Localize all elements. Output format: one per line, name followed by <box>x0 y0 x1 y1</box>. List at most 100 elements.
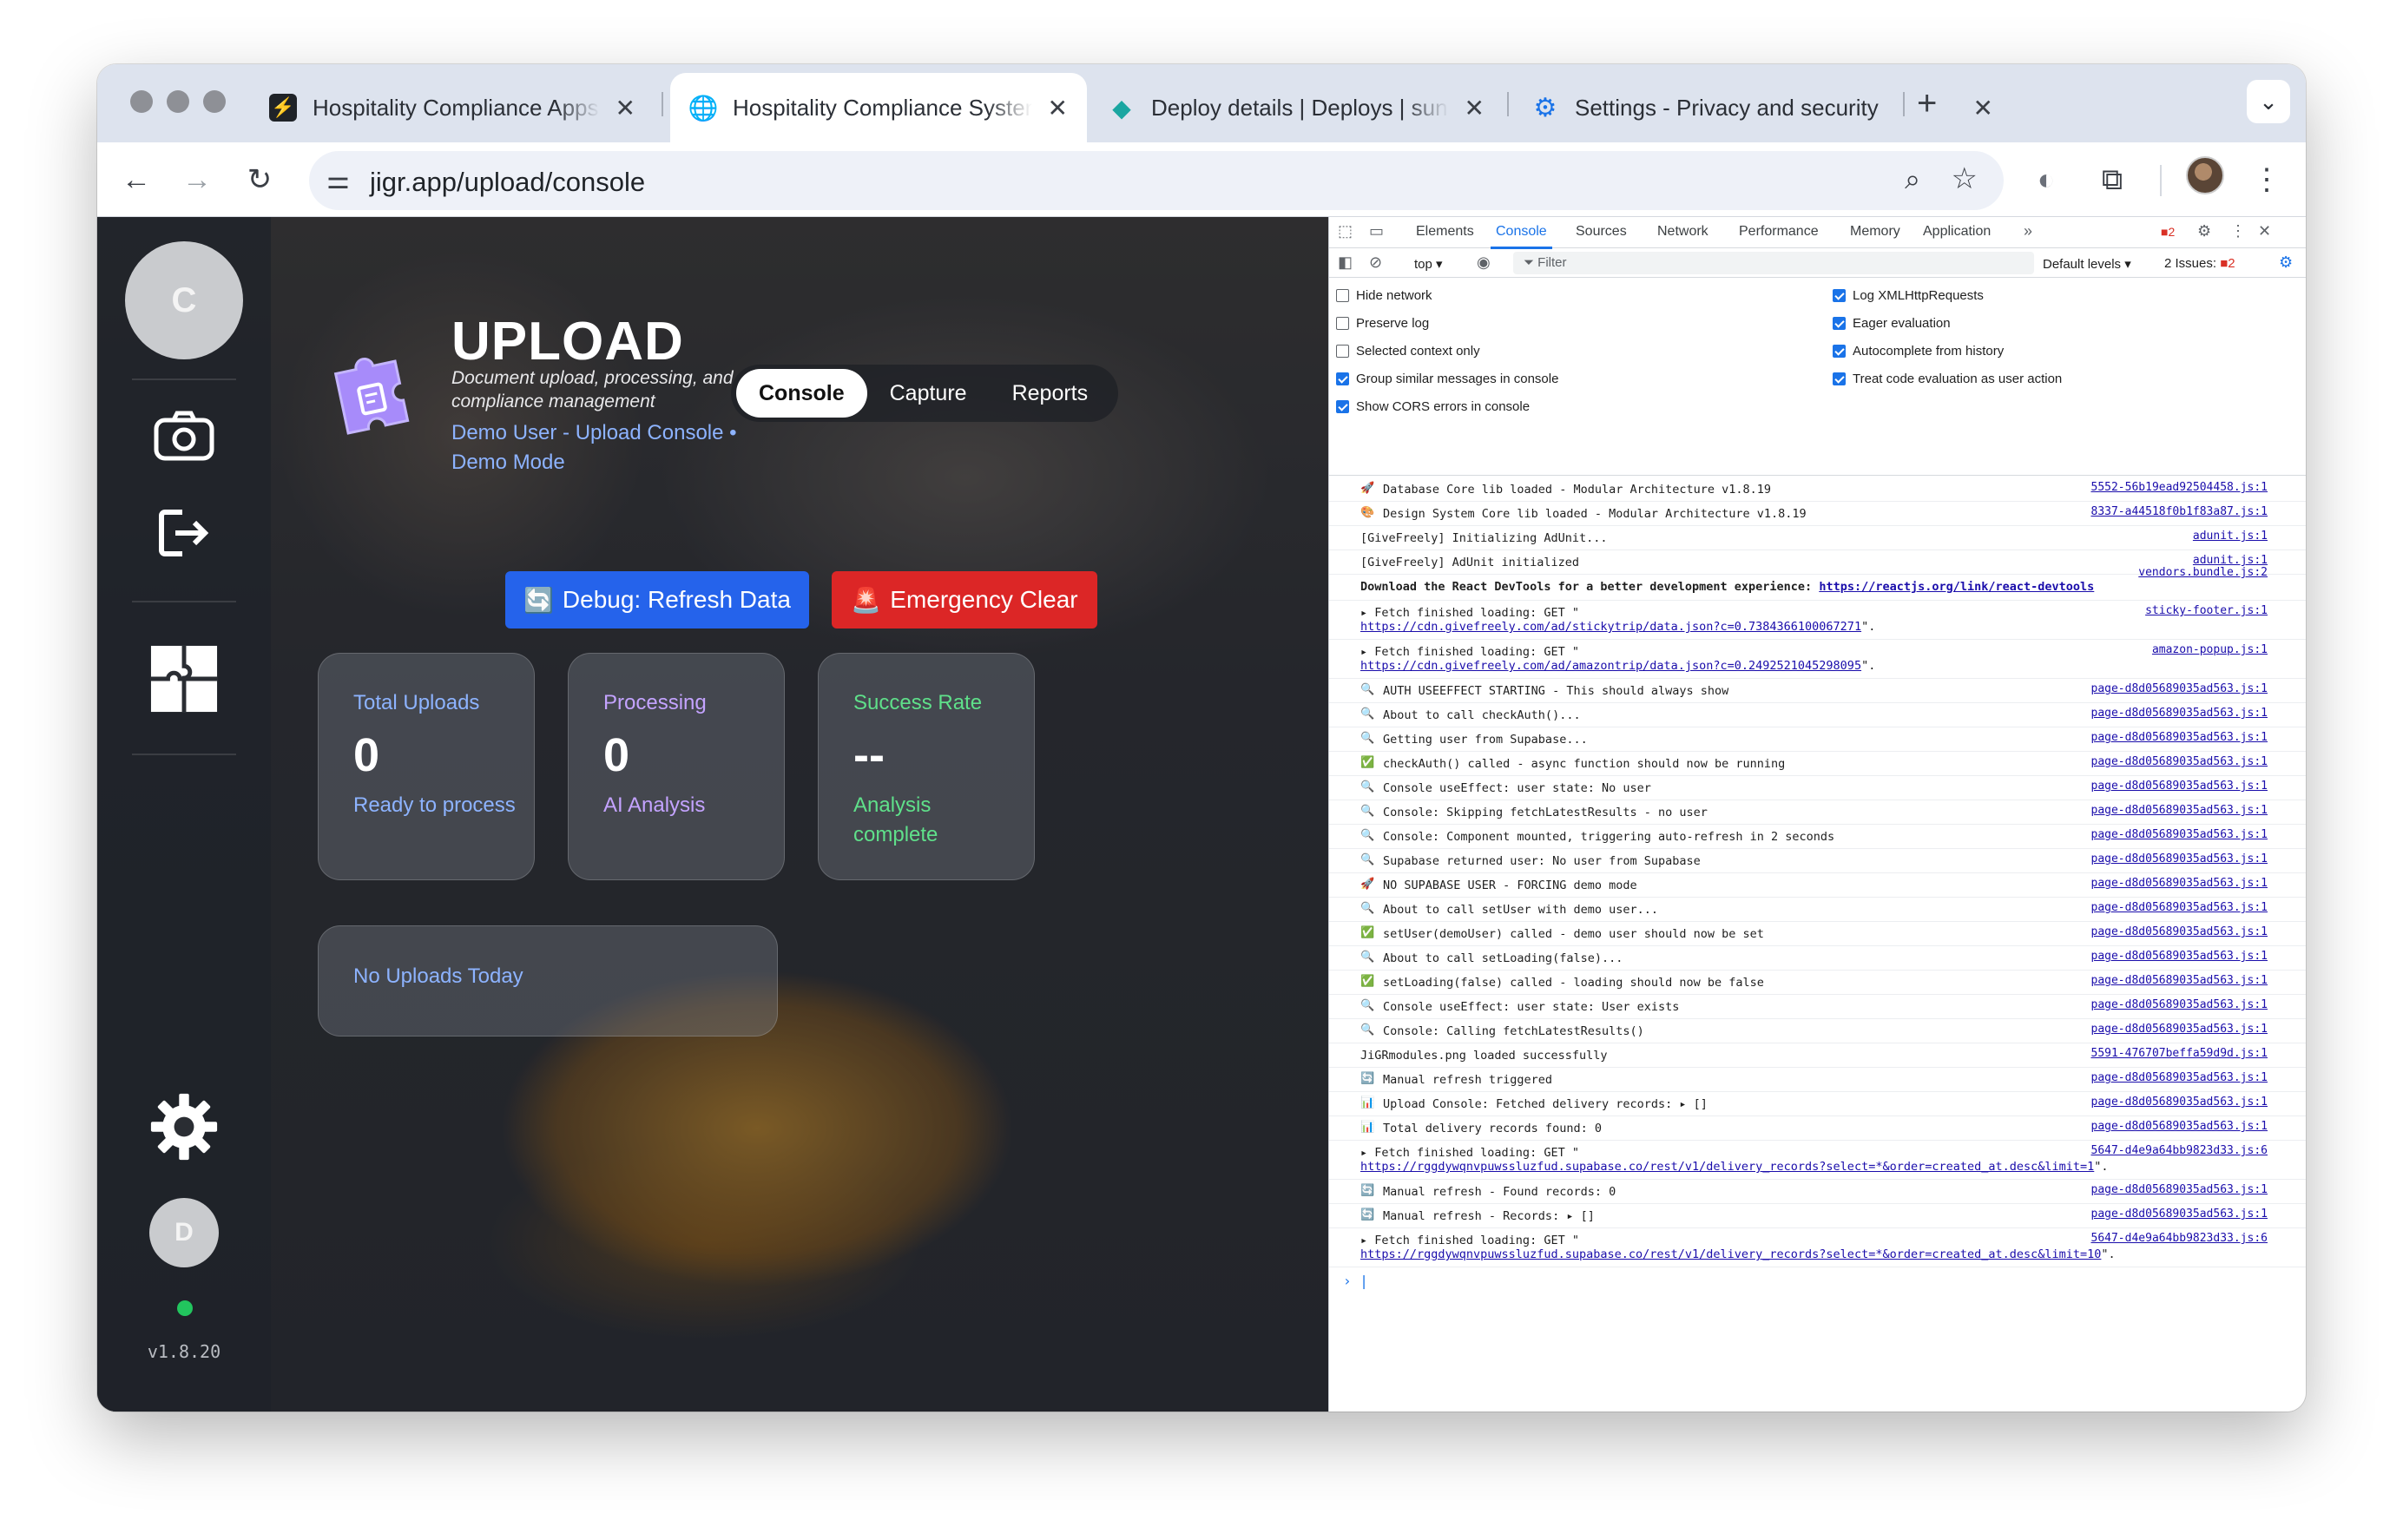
close-window-button[interactable] <box>130 90 153 113</box>
device-toolbar-icon[interactable]: ▭ <box>1369 222 1384 240</box>
inspect-element-icon[interactable]: ⬚ <box>1338 222 1353 240</box>
log-url-link[interactable]: https://rggdywqnvpuwssluzfud.supabase.co… <box>1360 1247 2101 1261</box>
devtools-tab-performance[interactable]: Performance <box>1739 224 1819 240</box>
close-tab-icon[interactable]: ✕ <box>1048 94 1068 122</box>
log-source-link[interactable]: page-d8d05689035ad563.js:1 <box>2091 1208 2268 1221</box>
more-tabs-icon[interactable]: » <box>2024 222 2032 240</box>
log-url-link[interactable]: https://rggdywqnvpuwssluzfud.supabase.co… <box>1360 1160 2094 1174</box>
upload-export-icon[interactable] <box>149 498 219 568</box>
address-bar[interactable]: ⚌ jigr.app/upload/console ⌕ ☆ <box>309 151 2004 210</box>
opt-preserve-log[interactable]: Preserve log <box>1336 316 1429 331</box>
more-menu-icon[interactable]: ⋮ <box>2245 158 2288 201</box>
log-source-link[interactable]: page-d8d05689035ad563.js:1 <box>2091 828 2268 842</box>
log-source-link[interactable]: 5552-56b19ead92504458.js:1 <box>2091 481 2268 495</box>
settings-gear-icon[interactable] <box>149 1092 219 1162</box>
site-settings-icon[interactable]: ⚌ <box>326 165 350 195</box>
forward-icon[interactable]: → <box>175 158 219 201</box>
camera-icon[interactable] <box>149 401 219 471</box>
log-source-link[interactable]: page-d8d05689035ad563.js:1 <box>2091 974 2268 988</box>
log-source-link[interactable]: page-d8d05689035ad563.js:1 <box>2091 901 2268 915</box>
checkbox[interactable] <box>1833 317 1846 330</box>
devtools-tab-memory[interactable]: Memory <box>1850 224 1900 240</box>
opt-log-xhr[interactable]: Log XMLHttpRequests <box>1833 288 1984 303</box>
close-tab-icon[interactable]: ✕ <box>1465 94 1485 122</box>
minimize-window-button[interactable] <box>167 90 189 113</box>
profile-avatar[interactable] <box>2186 156 2224 194</box>
log-source-link[interactable]: 8337-a44518f0b1f83a87.js:1 <box>2091 505 2268 519</box>
log-source-link[interactable]: page-d8d05689035ad563.js:1 <box>2091 1120 2268 1134</box>
checkbox[interactable] <box>1336 317 1349 330</box>
checkbox[interactable] <box>1833 372 1846 385</box>
log-levels-dropdown[interactable]: Default levels ▾ <box>2043 256 2131 272</box>
zoom-icon[interactable]: ⌕ <box>1905 163 1920 196</box>
log-source-link[interactable]: page-d8d05689035ad563.js:1 <box>2091 804 2268 818</box>
puzzle-extensions-icon[interactable]: ⧉ <box>2090 158 2134 201</box>
log-source-link[interactable]: vendors.bundle.js:2 <box>2138 566 2268 580</box>
log-source-link[interactable]: page-d8d05689035ad563.js:1 <box>2091 1096 2268 1109</box>
extension-icon[interactable]: ◐ <box>2024 158 2068 201</box>
log-source-link[interactable]: adunit.js:1 <box>2193 530 2268 543</box>
log-source-link[interactable]: page-d8d05689035ad563.js:1 <box>2091 852 2268 866</box>
checkbox[interactable] <box>1336 345 1349 358</box>
close-tab-icon[interactable]: ✕ <box>616 94 635 122</box>
new-tab-button[interactable]: + <box>1917 82 1937 125</box>
log-source-link[interactable]: page-d8d05689035ad563.js:1 <box>2091 925 2268 939</box>
modules-puzzle-icon[interactable] <box>149 644 219 714</box>
log-source-link[interactable]: amazon-popup.js:1 <box>2152 643 2268 657</box>
log-source-link[interactable]: page-d8d05689035ad563.js:1 <box>2091 780 2268 793</box>
error-count-badge[interactable]: ■2 <box>2161 225 2175 239</box>
opt-user-action[interactable]: Treat code evaluation as user action <box>1833 372 2062 386</box>
url-text[interactable]: jigr.app/upload/console <box>370 167 645 198</box>
emergency-clear-button[interactable]: 🚨 Emergency Clear <box>832 571 1097 629</box>
devtools-settings-icon[interactable]: ⚙ <box>2197 222 2211 240</box>
close-tab-icon[interactable]: ✕ <box>1973 94 1993 122</box>
log-source-link[interactable]: page-d8d05689035ad563.js:1 <box>2091 1183 2268 1197</box>
sidebar-toggle-icon[interactable]: ◧ <box>1338 253 1353 272</box>
checkbox[interactable] <box>1336 400 1349 413</box>
log-url-link[interactable]: https://cdn.givefreely.com/ad/stickytrip… <box>1360 620 1861 634</box>
console-settings-icon[interactable]: ⚙ <box>2279 253 2293 272</box>
issues-counter[interactable]: 2 Issues: ■2 <box>2164 256 2235 271</box>
devtools-menu-icon[interactable]: ⋮ <box>2230 222 2246 240</box>
log-source-link[interactable]: page-d8d05689035ad563.js:1 <box>2091 731 2268 745</box>
opt-autocomplete[interactable]: Autocomplete from history <box>1833 344 2004 359</box>
opt-hide-network[interactable]: Hide network <box>1336 288 1432 303</box>
tab-reports[interactable]: Reports <box>990 369 1111 418</box>
browser-tab[interactable]: ⚙ Settings - Privacy and security ✕ <box>1512 73 2012 142</box>
devtools-close-icon[interactable]: ✕ <box>2258 222 2271 240</box>
devtools-tab-console[interactable]: Console <box>1491 224 1552 249</box>
console-filter-input[interactable]: ⏷ Filter <box>1513 252 2034 274</box>
checkbox[interactable] <box>1336 289 1349 302</box>
opt-show-cors[interactable]: Show CORS errors in console <box>1336 399 1530 414</box>
company-avatar[interactable]: C <box>125 241 243 359</box>
bookmark-star-icon[interactable]: ☆ <box>1952 161 1978 196</box>
opt-selected-context[interactable]: Selected context only <box>1336 344 1480 359</box>
live-expression-eye-icon[interactable]: ◉ <box>1477 253 1491 272</box>
log-source-link[interactable]: page-d8d05689035ad563.js:1 <box>2091 682 2268 696</box>
tab-capture[interactable]: Capture <box>867 369 990 418</box>
tab-search-button[interactable]: ⌄ <box>2247 80 2290 123</box>
back-icon[interactable]: ← <box>115 158 158 201</box>
reload-icon[interactable]: ↻ <box>238 158 281 201</box>
opt-group-similar[interactable]: Group similar messages in console <box>1336 372 1558 386</box>
tab-console[interactable]: Console <box>736 369 867 418</box>
context-selector[interactable]: top ▾ <box>1414 256 1443 272</box>
user-avatar[interactable]: D <box>149 1198 219 1267</box>
devtools-tab-sources[interactable]: Sources <box>1576 224 1627 240</box>
checkbox[interactable] <box>1833 345 1846 358</box>
log-source-link[interactable]: 5647-d4e9a64bb9823d33.js:6 <box>2091 1144 2268 1158</box>
devtools-tab-elements[interactable]: Elements <box>1416 224 1474 240</box>
devtools-tab-application[interactable]: Application <box>1923 224 1991 240</box>
log-source-link[interactable]: page-d8d05689035ad563.js:1 <box>2091 755 2268 769</box>
clear-console-icon[interactable]: ⊘ <box>1369 253 1382 272</box>
log-source-link[interactable]: page-d8d05689035ad563.js:1 <box>2091 1071 2268 1085</box>
opt-eager-eval[interactable]: Eager evaluation <box>1833 316 1951 331</box>
log-url-link[interactable]: https://reactjs.org/link/react-devtools <box>1819 580 2094 594</box>
devtools-tab-network[interactable]: Network <box>1657 224 1708 240</box>
log-source-link[interactable]: page-d8d05689035ad563.js:1 <box>2091 707 2268 721</box>
maximize-window-button[interactable] <box>203 90 226 113</box>
log-source-link[interactable]: 5591-476707beffa59d9d.js:1 <box>2091 1047 2268 1061</box>
checkbox[interactable] <box>1336 372 1349 385</box>
log-source-link[interactable]: page-d8d05689035ad563.js:1 <box>2091 1023 2268 1037</box>
log-source-link[interactable]: page-d8d05689035ad563.js:1 <box>2091 877 2268 891</box>
